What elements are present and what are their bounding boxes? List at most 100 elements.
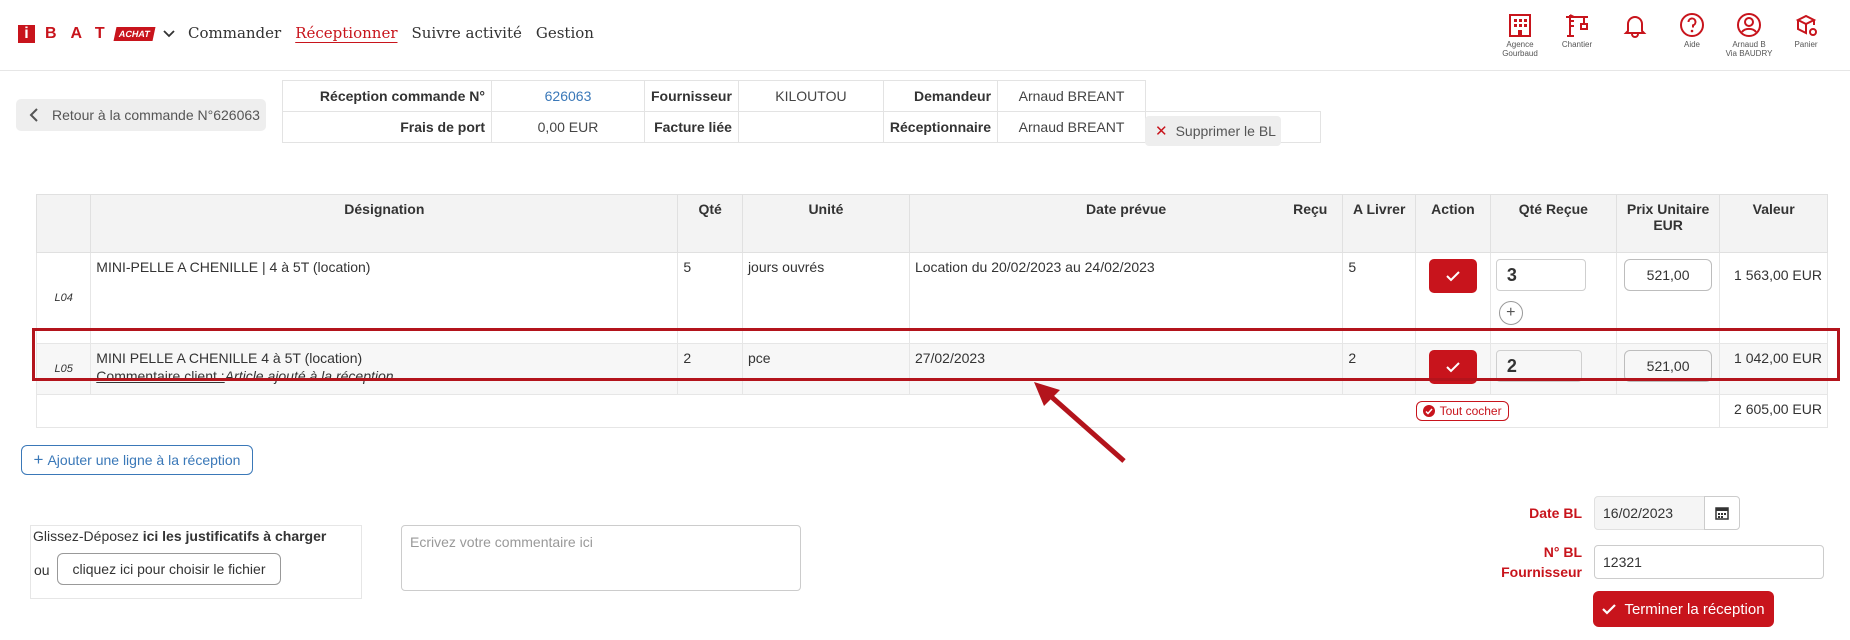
header-agency[interactable]: Agence Gourbaud (1490, 12, 1550, 58)
check-icon (1446, 271, 1460, 282)
header-chantier[interactable]: Chantier (1547, 12, 1607, 49)
check-line-button[interactable] (1428, 259, 1477, 293)
line-qty: 5 (677, 252, 743, 344)
line-qty: 2 (677, 343, 743, 395)
col-qty: Qté (677, 194, 743, 253)
dropzone-text-prefix: Glissez-Déposez (33, 528, 143, 544)
choose-file-button[interactable]: cliquez ici pour choisir le fichier (57, 553, 281, 585)
logo-i: i (18, 25, 35, 43)
chevron-down-icon[interactable] (162, 27, 176, 41)
line-unit: jours ouvrés (741, 252, 910, 344)
totals-row: Tout cocher 2 605,00 EUR (35, 394, 1828, 428)
invoice-value (737, 111, 884, 143)
requester-label: Demandeur (882, 80, 999, 112)
table-row: L05 MINI PELLE A CHENILLE 4 à 5T (locati… (35, 343, 1828, 395)
line-valeur: 1 042,00 EUR (1719, 343, 1828, 395)
client-comment-text: Article ajouté à la réception. (224, 368, 398, 384)
totals-spacer (35, 394, 1416, 428)
line-a-livrer: 2 (1342, 343, 1417, 395)
header-cart[interactable]: Panier (1776, 12, 1836, 49)
calendar-icon (1715, 507, 1729, 520)
check-line-button[interactable] (1428, 350, 1477, 384)
bl-number-label: N° BL Fournisseur (1501, 544, 1582, 580)
qty-recue-input[interactable]: 3 (1495, 259, 1586, 291)
help-label: Aide (1683, 40, 1700, 49)
col-qty-recue: Qté Reçue (1489, 194, 1617, 253)
add-line-label: Ajouter une ligne à la réception (47, 452, 241, 468)
invoice-label: Facture liée (644, 111, 739, 143)
comment-textarea[interactable]: Ecrivez votre commentaire ici (401, 525, 801, 591)
header-help[interactable]: Aide (1662, 12, 1722, 49)
unit-price-input[interactable]: 521,00 (1624, 350, 1713, 382)
back-to-order-button[interactable]: Retour à la commande N°626063 (16, 99, 266, 131)
user-label: Arnaud B Via BAUDRY (1725, 40, 1773, 58)
tout-cocher-label: Tout cocher (1439, 404, 1502, 418)
cart-icon (1795, 14, 1817, 36)
nav-suivre-activite[interactable]: Suivre activité (412, 24, 522, 42)
reception-number-label: Réception commande N° (282, 80, 492, 112)
date-bl-input[interactable]: 16/02/2023 (1594, 496, 1709, 530)
bl-number-input[interactable]: 12321 (1594, 545, 1824, 579)
file-dropzone[interactable]: Glissez-Déposez ici les justificatifs à … (30, 525, 362, 599)
bell-icon (1623, 16, 1647, 38)
main-nav: Commander Réceptionner Suivre activité G… (188, 24, 594, 42)
line-qty-recue-cell: 3 + (1489, 252, 1617, 344)
receiver-label: Réceptionnaire (882, 111, 999, 143)
line-code: L04 (35, 252, 92, 344)
nav-gestion[interactable]: Gestion (536, 24, 594, 42)
line-unit: pce (741, 343, 910, 395)
line-code: L05 (35, 343, 92, 395)
tout-cocher-button[interactable]: Tout cocher (1415, 401, 1509, 421)
client-comment-label: Commentaire client : (96, 368, 225, 384)
col-designation: Désignation (90, 194, 679, 253)
qty-recue-input[interactable]: 2 (1495, 350, 1582, 382)
tout-cocher-cell: Tout cocher (1415, 394, 1617, 428)
line-date: Location du 20/02/2023 au 24/02/2023 (908, 252, 1344, 344)
delete-bl-button[interactable]: ✕ Supprimer le BL (1145, 116, 1281, 146)
check-circle-icon (1422, 405, 1435, 417)
dropzone-text: Glissez-Déposez ici les justificatifs à … (33, 528, 326, 544)
delete-bl-label: Supprimer le BL (1175, 123, 1276, 139)
info-spacer (1146, 81, 1321, 112)
line-valeur: 1 563,00 EUR (1719, 252, 1828, 344)
check-icon (1446, 362, 1460, 373)
crane-icon (1566, 14, 1588, 37)
annotation-arrow-icon (1034, 382, 1126, 463)
calendar-button[interactable] (1704, 496, 1740, 530)
table-row: L04 MINI-PELLE A CHENILLE | 4 à 5T (loca… (35, 252, 1828, 344)
logo-letters: BAT (45, 25, 119, 42)
plus-icon[interactable]: + (1498, 301, 1523, 325)
dropzone-or: ou (34, 562, 50, 578)
col-a-livrer: A Livrer (1342, 194, 1417, 253)
col-date: Date prévue Reçu (908, 194, 1344, 253)
col-unit: Unité (741, 194, 910, 253)
help-icon (1680, 13, 1704, 37)
supplier-label: Fournisseur (644, 80, 739, 112)
reception-number-link[interactable]: 626063 (491, 80, 645, 112)
dropzone-text-bold: ici les justificatifs à charger (142, 528, 327, 544)
user-icon (1737, 13, 1761, 37)
add-line-button[interactable]: + Ajouter une ligne à la réception (21, 445, 253, 475)
back-to-order-label: Retour à la commande N°626063 (52, 107, 260, 123)
col-code (35, 194, 92, 253)
nav-commander[interactable]: Commander (188, 24, 281, 42)
date-bl-label: Date BL (1529, 505, 1582, 521)
line-prix-cell: 521,00 (1615, 252, 1721, 344)
unit-price-input[interactable]: 521,00 (1624, 259, 1713, 291)
close-icon: ✕ (1155, 123, 1168, 140)
line-designation-cell: MINI PELLE A CHENILLE 4 à 5T (location) … (90, 343, 679, 395)
top-header: i BAT ACHAT Commander Réceptionner Suivr… (0, 0, 1850, 71)
finish-reception-button[interactable]: Terminer la réception (1593, 591, 1774, 627)
nav-receptionner[interactable]: Réceptionner (295, 24, 397, 42)
ibat-logo[interactable]: i BAT ACHAT (18, 25, 176, 43)
client-comment: Commentaire client :Article ajouté à la … (96, 368, 672, 384)
logo-achat-tag: ACHAT (113, 27, 156, 41)
chevron-left-icon (29, 108, 38, 122)
receiver-value: Arnaud BREANT (997, 111, 1147, 143)
cart-label: Panier (1794, 40, 1818, 49)
header-notifications[interactable] (1605, 12, 1665, 40)
finish-reception-label: Terminer la réception (1624, 600, 1765, 618)
supplier-value: KILOUTOU (737, 80, 884, 112)
line-prix-cell: 521,00 (1615, 343, 1721, 395)
header-user[interactable]: Arnaud B Via BAUDRY (1719, 12, 1779, 58)
